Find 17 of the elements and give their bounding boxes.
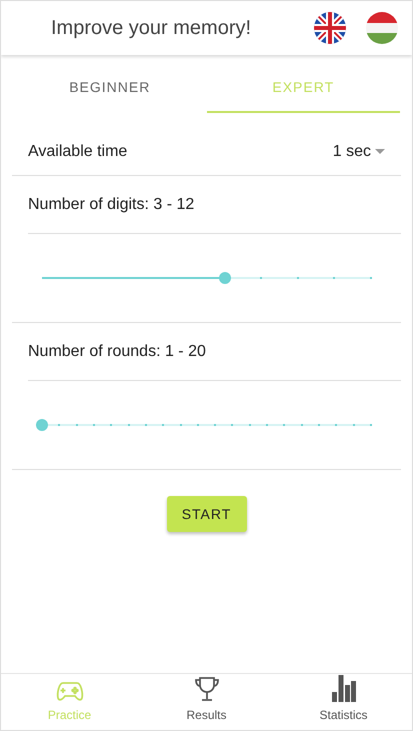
setting-label: Number of digits: 3 - 12 — [28, 194, 194, 214]
nav-item[interactable]: Results — [138, 674, 275, 730]
caret-icon — [375, 149, 385, 154]
bar-chart-icon — [332, 675, 356, 702]
slider-thumb[interactable] — [36, 419, 48, 431]
gamepad-icon — [56, 680, 84, 702]
tab[interactable]: BEGINNER — [13, 63, 206, 113]
flag-icon[interactable] — [314, 12, 346, 44]
time-dropdown[interactable]: 1 sec — [332, 140, 385, 164]
trophy-icon — [194, 676, 220, 702]
setting-label: Number of rounds: 1 - 20 — [28, 342, 206, 362]
app-title: Improve your memory! — [51, 16, 252, 41]
setting-label: Available time — [28, 142, 128, 162]
start-button[interactable]: START — [166, 496, 246, 532]
flag-icon[interactable] — [366, 12, 398, 44]
slider-thumb[interactable] — [218, 272, 231, 284]
nav-item[interactable]: Statistics — [275, 674, 412, 730]
